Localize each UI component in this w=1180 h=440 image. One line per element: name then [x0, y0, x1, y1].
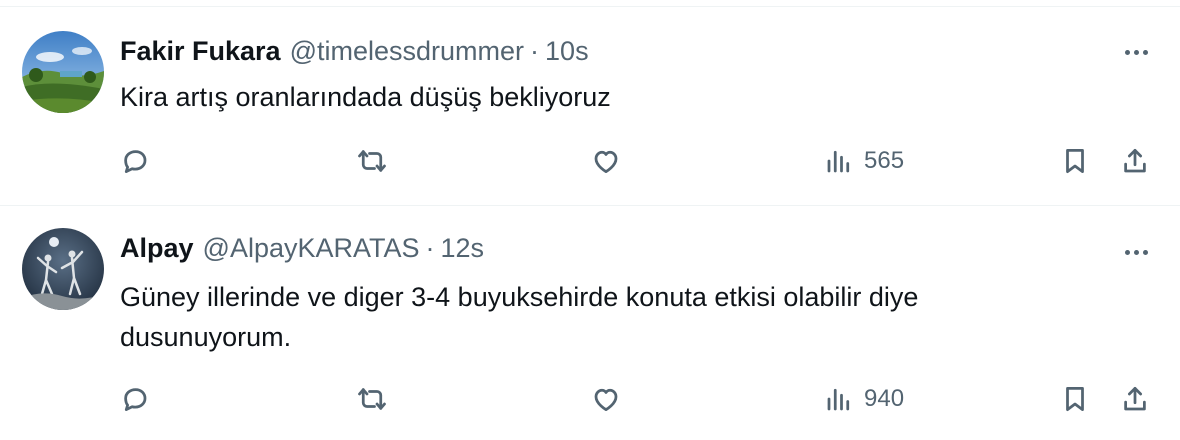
bookmark-button[interactable]	[1060, 139, 1090, 183]
action-bar: 940	[0, 377, 1180, 421]
bookmark-button[interactable]	[1060, 377, 1090, 421]
reply-button[interactable]	[120, 377, 150, 421]
more-icon[interactable]	[1118, 234, 1154, 270]
display-name[interactable]: Alpay	[120, 231, 194, 265]
timestamp[interactable]: 12s	[441, 231, 485, 265]
action-bar: 565	[0, 139, 1180, 183]
user-handle[interactable]: @AlpayKARATAS	[203, 231, 420, 265]
view-count: 565	[864, 147, 905, 174]
display-name[interactable]: Fakir Fukara	[120, 34, 281, 68]
avatar[interactable]	[22, 228, 104, 310]
views-icon	[827, 388, 850, 411]
avatar[interactable]	[22, 31, 104, 113]
separator: ·	[425, 233, 435, 263]
views-button[interactable]: 940	[824, 377, 904, 421]
view-count: 940	[864, 385, 905, 412]
tweet-header: Alpay @AlpayKARATAS · 12s	[120, 231, 484, 265]
views-icon	[827, 150, 850, 173]
tweet-text: Kira artış oranlarındada düşüş bekliyoru…	[120, 82, 611, 112]
heart-icon	[594, 388, 618, 411]
tweet[interactable]: Fakir Fukara @timelessdrummer · 10s Kira…	[0, 7, 1180, 205]
reply-button[interactable]	[120, 139, 150, 183]
retweet-button[interactable]	[357, 377, 387, 421]
tweet[interactable]: Alpay @AlpayKARATAS · 12s Güney illerind…	[0, 206, 1180, 440]
views-button[interactable]: 565	[824, 139, 904, 183]
share-icon	[1124, 149, 1146, 173]
heart-icon	[594, 150, 618, 173]
reply-icon	[124, 150, 147, 173]
like-button[interactable]	[591, 377, 621, 421]
retweet-icon	[358, 388, 386, 410]
retweet-button[interactable]	[357, 139, 387, 183]
reply-icon	[124, 388, 147, 411]
like-button[interactable]	[591, 139, 621, 183]
user-handle[interactable]: @timelessdrummer	[290, 34, 524, 68]
bookmark-icon	[1066, 387, 1084, 411]
share-button[interactable]	[1120, 139, 1150, 183]
share-button[interactable]	[1120, 377, 1150, 421]
more-icon[interactable]	[1118, 34, 1154, 70]
share-icon	[1124, 387, 1146, 411]
tweet-text: Güney illerinde ve diger 3-4 buyuksehird…	[120, 282, 919, 352]
bookmark-icon	[1066, 149, 1084, 173]
retweet-icon	[358, 150, 386, 172]
timestamp[interactable]: 10s	[545, 34, 589, 68]
tweet-header: Fakir Fukara @timelessdrummer · 10s	[120, 34, 589, 68]
separator: ·	[530, 36, 540, 66]
